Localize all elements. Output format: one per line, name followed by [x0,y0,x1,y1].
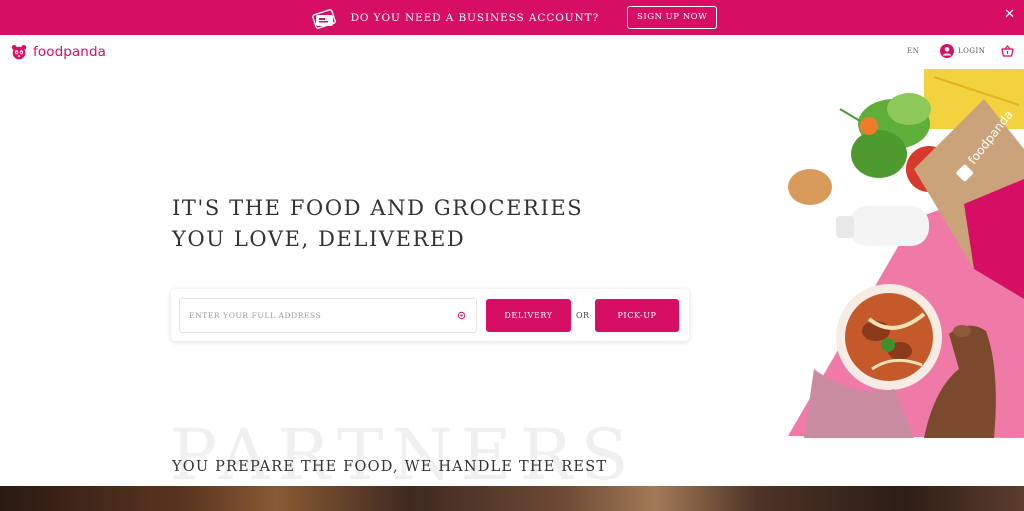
pickup-button[interactable]: PICK-UP [595,299,679,332]
user-icon [940,44,954,58]
business-card-icon [311,8,336,29]
or-label: OR [576,311,590,320]
kitchen-photo [0,486,1024,511]
partners-subtitle: YOU PREPARE THE FOOD, WE HANDLE THE REST [172,459,608,475]
login-label: LOGIN [958,47,986,55]
language-selector[interactable]: EN [907,47,919,55]
banner-text: DO YOU NEED A BUSINESS ACCOUNT? [350,11,600,24]
milk-bottle [836,206,929,246]
curry-bowl [836,284,942,390]
foodpanda-logo[interactable]: foodpanda [11,44,106,60]
address-input[interactable] [189,299,449,332]
login-button[interactable]: LOGIN [940,44,985,58]
sign-up-now-button[interactable]: SIGN UP NOW [627,6,718,29]
hero-headline-line-2: YOU LOVE, DELIVERED [172,227,466,251]
address-field [179,298,477,333]
logo-wordmark: foodpanda [33,44,106,60]
egg [788,169,832,205]
business-account-banner: DO YOU NEED A BUSINESS ACCOUNT? SIGN UP … [0,0,1024,35]
locate-icon[interactable] [457,311,466,320]
close-icon[interactable]: ✕ [1004,8,1015,21]
groceries-illustration: foodpanda [788,69,1024,438]
top-navigation: foodpanda EN LOGIN [0,35,1024,69]
partners-background-word: PARTNERS [170,414,637,496]
panda-icon [11,45,27,60]
banner-content: DO YOU NEED A BUSINESS ACCOUNT? SIGN UP … [311,6,718,29]
address-search-card: DELIVERY OR PICK-UP [171,289,689,341]
delivery-button[interactable]: DELIVERY [486,299,571,332]
hero-headline-line-1: IT'S THE FOOD AND GROCERIES [172,196,584,220]
basket-icon[interactable] [1001,45,1014,57]
hero-headline: IT'S THE FOOD AND GROCERIES YOU LOVE, DE… [172,193,583,255]
